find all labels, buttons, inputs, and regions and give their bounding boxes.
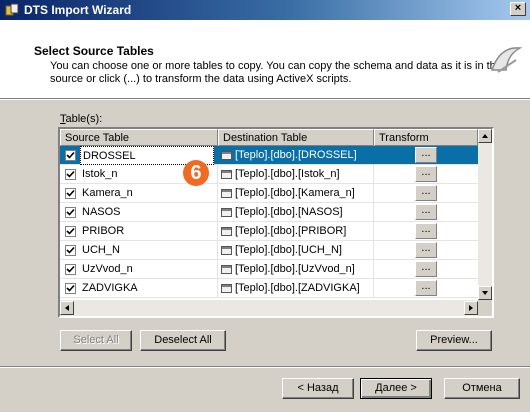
column-header-transform[interactable]: Transform (374, 129, 478, 146)
destination-table-cell[interactable]: [Teplo].[dbo].[Istok_n] (218, 165, 370, 184)
close-button[interactable]: × (510, 2, 526, 16)
destination-table-cell[interactable]: [Teplo].[dbo].[NASOS] (218, 203, 370, 222)
vertical-scrollbar[interactable] (478, 129, 492, 300)
source-table-cell: Kamera_n (82, 187, 133, 199)
checkmark-icon (66, 246, 75, 254)
table-row[interactable]: ZADVIGKA [Teplo].[dbo].[ZADVIGKA] ... (60, 279, 478, 298)
row-checkbox[interactable] (65, 150, 76, 161)
row-checkbox[interactable] (65, 207, 76, 218)
row-checkbox[interactable] (65, 245, 76, 256)
scroll-right-button[interactable] (464, 301, 478, 315)
table-row[interactable]: Istok_n [Teplo].[dbo].[Istok_n] ... (60, 165, 478, 184)
row-checkbox[interactable] (65, 226, 76, 237)
destination-table-cell[interactable]: [Teplo].[dbo].[DROSSEL] (218, 146, 370, 165)
grid-header: Source Table Destination Table Transform (60, 129, 492, 146)
table-icon (221, 151, 232, 160)
select-all-button[interactable]: Select All (60, 330, 132, 351)
transform-button[interactable]: ... (415, 147, 437, 163)
footer-separator (0, 366, 530, 368)
next-button[interactable]: Далее > (360, 378, 432, 399)
table-icon (221, 189, 232, 198)
table-icon (221, 265, 232, 274)
transform-button[interactable]: ... (415, 280, 437, 296)
transform-button[interactable]: ... (415, 185, 437, 201)
checkmark-icon (66, 265, 75, 273)
source-table-cell: UCH_N (82, 244, 120, 256)
wizard-page-icon (490, 47, 523, 73)
arrow-up-icon (482, 134, 488, 138)
destination-table-cell[interactable]: [Teplo].[dbo].[Kamera_n] (218, 184, 370, 203)
source-table-cell: NASOS (82, 206, 121, 218)
destination-table-cell[interactable]: [Teplo].[dbo].[UCH_N] (218, 241, 370, 260)
table-row[interactable]: NASOS [Teplo].[dbo].[NASOS] ... (60, 203, 478, 222)
transform-button[interactable]: ... (415, 204, 437, 220)
tables-grid[interactable]: Source Table Destination Table Transform… (58, 127, 494, 318)
column-header-destination[interactable]: Destination Table (218, 129, 374, 146)
arrow-left-icon (65, 305, 69, 311)
arrow-right-icon (469, 305, 473, 311)
transform-button[interactable]: ... (415, 261, 437, 277)
column-header-source[interactable]: Source Table (60, 129, 218, 146)
source-table-cell: ZADVIGKA (82, 282, 138, 294)
checkmark-icon (66, 208, 75, 216)
scroll-up-button[interactable] (478, 129, 492, 143)
step-number-badge: 6 (183, 160, 209, 186)
checkmark-icon (66, 151, 75, 159)
back-button[interactable]: < Назад (282, 378, 354, 399)
preview-button[interactable]: Preview... (416, 330, 492, 351)
tables-label: Table(s): (60, 113, 103, 125)
table-icon (221, 208, 232, 217)
table-icon (221, 246, 232, 255)
source-table-cell: UzVvod_n (82, 263, 133, 275)
title-bar[interactable]: DTS Import Wizard × (0, 0, 530, 20)
table-row[interactable]: UCH_N [Teplo].[dbo].[UCH_N] ... (60, 241, 478, 260)
row-checkbox[interactable] (65, 169, 76, 180)
row-checkbox[interactable] (65, 283, 76, 294)
row-checkbox[interactable] (65, 264, 76, 275)
table-row[interactable]: UzVvod_n [Teplo].[dbo].[UzVvod_n] ... (60, 260, 478, 279)
table-icon (221, 284, 232, 293)
horizontal-scrollbar[interactable] (60, 300, 478, 316)
checkmark-icon (66, 284, 75, 292)
table-row[interactable]: PRIBOR [Teplo].[dbo].[PRIBOR] ... (60, 222, 478, 241)
scroll-left-button[interactable] (60, 301, 74, 315)
deselect-all-button[interactable]: Deselect All (140, 330, 226, 351)
checkmark-icon (66, 227, 75, 235)
wizard-app-icon (5, 3, 19, 16)
checkmark-icon (66, 189, 75, 197)
page-description: You can choose one or more tables to cop… (50, 60, 502, 85)
scroll-down-button[interactable] (478, 286, 492, 300)
page-title: Select Source Tables (34, 44, 154, 58)
table-icon (221, 170, 232, 179)
destination-table-cell[interactable]: [Teplo].[dbo].[UzVvod_n] (218, 260, 370, 279)
scrollbar-corner (478, 300, 492, 316)
dts-import-wizard-window: DTS Import Wizard × Select Source Tables… (0, 0, 530, 412)
header-separator (0, 98, 530, 100)
transform-button[interactable]: ... (415, 166, 437, 182)
source-table-cell: PRIBOR (82, 225, 125, 237)
table-icon (221, 227, 232, 236)
checkmark-icon (66, 170, 75, 178)
row-checkbox[interactable] (65, 188, 76, 199)
destination-table-cell[interactable]: [Teplo].[dbo].[PRIBOR] (218, 222, 370, 241)
window-title: DTS Import Wizard (24, 3, 132, 17)
cancel-button[interactable]: Отмена (444, 378, 520, 399)
transform-button[interactable]: ... (415, 223, 437, 239)
wizard-header: Select Source Tables You can choose one … (0, 20, 530, 98)
arrow-down-icon (482, 291, 488, 295)
table-row[interactable]: Kamera_n [Teplo].[dbo].[Kamera_n] ... (60, 184, 478, 203)
destination-table-cell[interactable]: [Teplo].[dbo].[ZADVIGKA] (218, 279, 370, 298)
table-row[interactable]: DROSSEL [Teplo].[dbo].[DROSSEL] ... (60, 146, 478, 165)
transform-button[interactable]: ... (415, 242, 437, 258)
